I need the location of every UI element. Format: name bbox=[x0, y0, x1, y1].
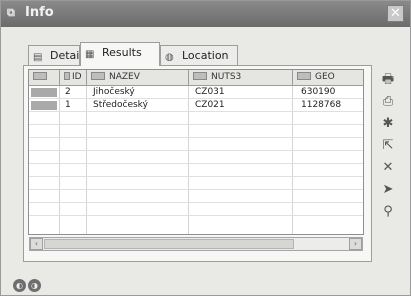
cell-nuts3: CZ031 bbox=[195, 87, 225, 97]
grid-line bbox=[29, 163, 363, 164]
print-icon[interactable]: ⎙ bbox=[378, 93, 398, 111]
pointer-icon[interactable]: ➤ bbox=[378, 181, 398, 199]
table-icon: ▦ bbox=[85, 49, 95, 60]
cell-geo: 1128768 bbox=[301, 100, 342, 110]
row-color-swatch bbox=[31, 101, 57, 110]
grid-line bbox=[29, 137, 363, 138]
text-field-icon bbox=[193, 72, 207, 80]
tab-location-label: Location bbox=[182, 49, 229, 62]
zoom-to-icon[interactable]: ⇱ bbox=[378, 137, 398, 155]
grid-line bbox=[29, 176, 363, 177]
cell-nazev: Jihočeský bbox=[93, 87, 135, 97]
scroll-left-button[interactable]: ‹ bbox=[30, 238, 43, 250]
clear-selection-icon[interactable]: ✕ bbox=[378, 159, 398, 177]
globe-icon: ◍ bbox=[165, 52, 174, 63]
row-color-swatch bbox=[31, 88, 57, 97]
horizontal-scrollbar[interactable]: ‹ › bbox=[29, 237, 363, 251]
column-header-select[interactable] bbox=[29, 70, 60, 86]
details-icon: ▤ bbox=[33, 52, 43, 63]
cell-geo: 630190 bbox=[301, 87, 336, 97]
tab-results[interactable]: ▦ Results bbox=[80, 42, 160, 66]
status-left-icon[interactable]: ◐ bbox=[13, 279, 26, 292]
tab-results-label: Results bbox=[102, 46, 142, 59]
grid-line bbox=[29, 189, 363, 190]
star-icon[interactable]: ✱ bbox=[378, 115, 398, 133]
cell-id: 1 bbox=[65, 100, 71, 110]
grid-line bbox=[29, 124, 363, 125]
column-header-id[interactable]: ID bbox=[60, 70, 87, 86]
numeric-field-icon bbox=[297, 72, 311, 80]
grid-line bbox=[29, 150, 363, 151]
select-all-icon bbox=[33, 72, 47, 80]
pin-icon[interactable]: ⚲ bbox=[378, 203, 398, 221]
info-window: ⧉ Info ✕ ▤ Details ▦ Results ◍ Location ID … bbox=[0, 0, 411, 296]
status-right-icon[interactable]: ◑ bbox=[28, 279, 41, 292]
window-title: Info bbox=[25, 5, 54, 20]
results-table: ID NAZEV NUTS3 GEO 2 Jihočeský CZ031 630… bbox=[28, 69, 364, 235]
grid-line bbox=[29, 111, 363, 112]
title-bar[interactable]: ⧉ Info ✕ bbox=[1, 1, 410, 27]
tab-location[interactable]: ◍ Location bbox=[160, 45, 238, 65]
grid-line bbox=[29, 215, 363, 216]
close-button[interactable]: ✕ bbox=[387, 5, 404, 22]
text-field-icon bbox=[91, 72, 105, 80]
column-header-geo[interactable]: GEO bbox=[293, 70, 363, 86]
grid-line bbox=[292, 86, 293, 234]
cell-nuts3: CZ021 bbox=[195, 100, 225, 110]
grid-line bbox=[86, 86, 87, 234]
scroll-right-button[interactable]: › bbox=[349, 238, 362, 250]
column-header-nazev[interactable]: NAZEV bbox=[87, 70, 189, 86]
map-layers-icon: ⧉ bbox=[7, 6, 15, 19]
grid-line bbox=[29, 202, 363, 203]
cell-nazev: Středočeský bbox=[93, 100, 148, 110]
export-icon[interactable]: 🖶 bbox=[378, 71, 398, 89]
column-header-nuts3[interactable]: NUTS3 bbox=[189, 70, 293, 86]
tab-details[interactable]: ▤ Details bbox=[28, 45, 88, 65]
grid-line bbox=[188, 86, 189, 234]
cell-id: 2 bbox=[65, 87, 71, 97]
status-bar: ◐ ◑ bbox=[1, 275, 410, 295]
grid-line bbox=[59, 86, 60, 234]
id-column-icon bbox=[64, 72, 70, 80]
scroll-thumb[interactable] bbox=[44, 239, 294, 249]
